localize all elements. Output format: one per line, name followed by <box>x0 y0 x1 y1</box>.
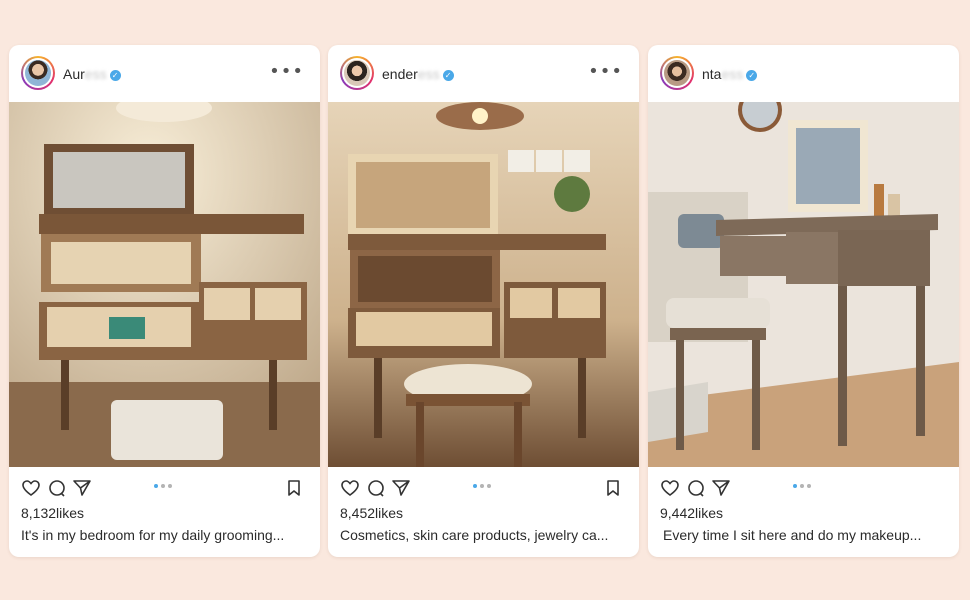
username[interactable]: ntaess ✓ <box>702 66 758 82</box>
post-caption[interactable]: Every time I sit here and do my makeup..… <box>663 527 951 543</box>
carousel-indicator <box>473 484 491 488</box>
heart-icon[interactable] <box>660 478 680 498</box>
username-blurred: ess <box>417 66 440 82</box>
username-visible: nta <box>702 66 722 82</box>
more-options-icon[interactable]: ••• <box>588 63 623 81</box>
heart-icon[interactable] <box>21 478 41 498</box>
post-image <box>648 102 959 467</box>
username[interactable]: enderess ✓ <box>382 66 454 82</box>
heart-icon[interactable] <box>340 478 360 498</box>
like-count[interactable]: 8,132likes <box>21 505 84 521</box>
post-image <box>9 102 320 467</box>
username-visible: Aur <box>63 66 85 82</box>
post-header: Auress ✓ ••• <box>9 45 320 102</box>
action-bar <box>9 467 320 507</box>
action-bar <box>328 467 639 507</box>
post-image <box>328 102 639 467</box>
carousel-indicator <box>793 484 811 488</box>
username-visible: ender <box>382 66 418 82</box>
username-blurred: ess <box>721 66 744 82</box>
post-card: ntaess ✓ 9,442likes Every time I sit her… <box>648 45 959 557</box>
like-count[interactable]: 8,452likes <box>340 505 403 521</box>
like-count[interactable]: 9,442likes <box>660 505 723 521</box>
share-icon[interactable] <box>391 478 411 498</box>
post-header: ntaess ✓ <box>648 45 959 102</box>
post-card: enderess ✓ ••• 8,452likes Cosmetics, ski… <box>328 45 639 557</box>
avatar[interactable] <box>21 56 55 90</box>
username-blurred: ess <box>84 66 107 82</box>
comment-icon[interactable] <box>366 478 386 498</box>
post-card: Auress ✓ ••• 8,132likes It's in my bedro… <box>9 45 320 557</box>
comment-icon[interactable] <box>686 478 706 498</box>
comment-icon[interactable] <box>47 478 67 498</box>
verified-badge-icon: ✓ <box>442 70 454 81</box>
bookmark-icon[interactable] <box>284 478 304 498</box>
avatar[interactable] <box>660 56 694 90</box>
share-icon[interactable] <box>711 478 731 498</box>
verified-badge-icon: ✓ <box>746 70 758 81</box>
username[interactable]: Auress ✓ <box>63 66 121 82</box>
avatar[interactable] <box>340 56 374 90</box>
carousel-indicator <box>154 484 172 488</box>
share-icon[interactable] <box>72 478 92 498</box>
action-bar <box>648 467 959 507</box>
bookmark-icon[interactable] <box>603 478 623 498</box>
more-options-icon[interactable]: ••• <box>269 63 304 81</box>
verified-badge-icon: ✓ <box>109 70 121 81</box>
post-caption[interactable]: It's in my bedroom for my daily grooming… <box>21 527 312 543</box>
post-caption[interactable]: Cosmetics, skin care products, jewelry c… <box>340 527 631 543</box>
post-header: enderess ✓ ••• <box>328 45 639 102</box>
